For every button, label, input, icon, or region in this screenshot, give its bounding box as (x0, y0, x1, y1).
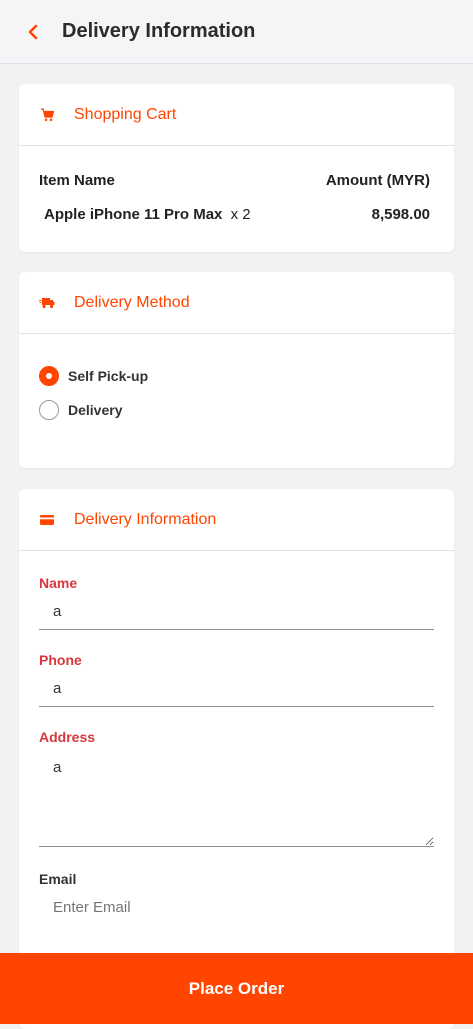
cart-item-amount: 8,598.00 (371, 206, 430, 223)
delivery-information-header: Delivery Information (19, 489, 454, 551)
address-label: Address (39, 729, 96, 745)
place-order-button[interactable]: Place Order (0, 953, 473, 1024)
email-input[interactable] (39, 887, 434, 925)
radio-label-delivery: Delivery (68, 402, 123, 418)
truck-icon (39, 295, 55, 311)
delivery-form: Name Phone Address a Email (19, 551, 454, 925)
cart-item-qty: x 2 (230, 206, 251, 223)
back-button[interactable] (20, 19, 46, 45)
cart-icon (39, 107, 55, 123)
radio-label-self-pickup: Self Pick-up (68, 368, 149, 384)
phone-label: Phone (39, 652, 82, 668)
name-label: Name (39, 575, 78, 591)
address-textarea[interactable]: a (39, 745, 434, 847)
delivery-method-title: Delivery Method (74, 293, 190, 311)
credit-card-icon (39, 512, 55, 528)
delivery-method-card: Delivery Method Self Pick-up Delivery (19, 272, 454, 468)
chevron-left-icon (28, 24, 38, 39)
radio-unselected-icon[interactable] (39, 400, 59, 420)
shopping-cart-header: Shopping Cart (19, 84, 454, 146)
delivery-information-card: Delivery Information Name Phone Address … (19, 489, 454, 1029)
shopping-cart-card: Shopping Cart Item Name Amount (MYR) App… (19, 84, 454, 252)
app-header: Delivery Information (0, 0, 473, 64)
radio-selected-icon[interactable] (39, 366, 59, 386)
page-title: Delivery Information (62, 20, 256, 42)
cart-item-row: Apple iPhone 11 Pro Max x 2 8,598.00 (39, 206, 430, 223)
amount-header: Amount (MYR) (325, 172, 430, 189)
radio-option-self-pickup[interactable]: Self Pick-up (39, 364, 434, 388)
delivery-information-title: Delivery Information (74, 510, 217, 528)
shopping-cart-title: Shopping Cart (74, 105, 177, 123)
cart-table-header: Item Name Amount (MYR) (39, 172, 430, 189)
item-name-header: Item Name (39, 172, 115, 189)
phone-input[interactable] (39, 668, 434, 707)
email-label: Email (39, 871, 77, 887)
cart-item-name: Apple iPhone 11 Pro Max (44, 206, 223, 223)
radio-option-delivery[interactable]: Delivery (39, 398, 434, 422)
name-input[interactable] (39, 591, 434, 630)
delivery-method-header: Delivery Method (19, 272, 454, 334)
cart-table: Item Name Amount (MYR) Apple iPhone 11 P… (19, 146, 454, 223)
delivery-method-options: Self Pick-up Delivery (19, 334, 454, 422)
